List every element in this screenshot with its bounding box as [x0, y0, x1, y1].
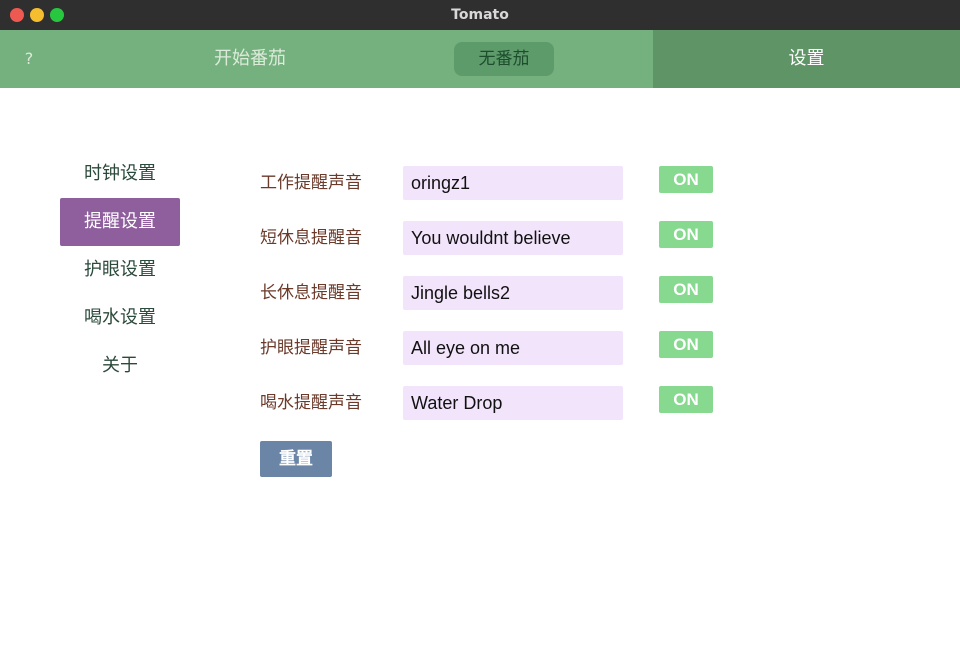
side-item-about[interactable]: 关于 — [60, 342, 180, 390]
top-nav: ? 开始番茄 无番茄 设置 — [0, 30, 960, 88]
row-label: 工作提醒声音 — [260, 173, 362, 193]
row-label: 短休息提醒音 — [260, 228, 362, 248]
reminder-row-eye-care: 护眼提醒声音 All eye on me ON — [260, 331, 720, 365]
reminder-row-long-break: 长休息提醒音 Jingle bells2 ON — [260, 276, 720, 310]
reset-button[interactable]: 重置 — [260, 441, 332, 477]
sound-toggle[interactable]: ON — [659, 221, 713, 248]
side-item-clock[interactable]: 时钟设置 — [60, 150, 180, 198]
help-button[interactable]: ? — [18, 30, 40, 88]
row-label: 喝水提醒声音 — [260, 393, 362, 413]
row-label: 长休息提醒音 — [260, 283, 362, 303]
sound-toggle[interactable]: ON — [659, 386, 713, 413]
side-item-reminder[interactable]: 提醒设置 — [60, 198, 180, 246]
side-item-drink-water[interactable]: 喝水设置 — [60, 294, 180, 342]
sound-input[interactable]: Water Drop — [403, 386, 623, 420]
title-bar: Tomato — [0, 0, 960, 30]
tomato-status-pill[interactable]: 无番茄 — [454, 42, 554, 76]
sound-toggle[interactable]: ON — [659, 166, 713, 193]
side-item-eye-care[interactable]: 护眼设置 — [60, 246, 180, 294]
row-label: 护眼提醒声音 — [260, 338, 362, 358]
sound-toggle[interactable]: ON — [659, 276, 713, 303]
sound-toggle[interactable]: ON — [659, 331, 713, 358]
sound-input[interactable]: Jingle bells2 — [403, 276, 623, 310]
sound-input[interactable]: All eye on me — [403, 331, 623, 365]
settings-side-menu: 时钟设置 提醒设置 护眼设置 喝水设置 关于 — [60, 150, 180, 390]
reminder-row-short-break: 短休息提醒音 You wouldnt believe ON — [260, 221, 720, 255]
reminder-row-drink-water: 喝水提醒声音 Water Drop ON — [260, 386, 720, 420]
sound-input[interactable]: You wouldnt believe — [403, 221, 623, 255]
start-tomato-tab[interactable]: 开始番茄 — [150, 30, 350, 88]
window-title: Tomato — [451, 7, 509, 23]
sound-input[interactable]: oringz1 — [403, 166, 623, 200]
reminder-row-work: 工作提醒声音 oringz1 ON — [260, 166, 720, 200]
settings-tab[interactable]: 设置 — [653, 30, 960, 88]
